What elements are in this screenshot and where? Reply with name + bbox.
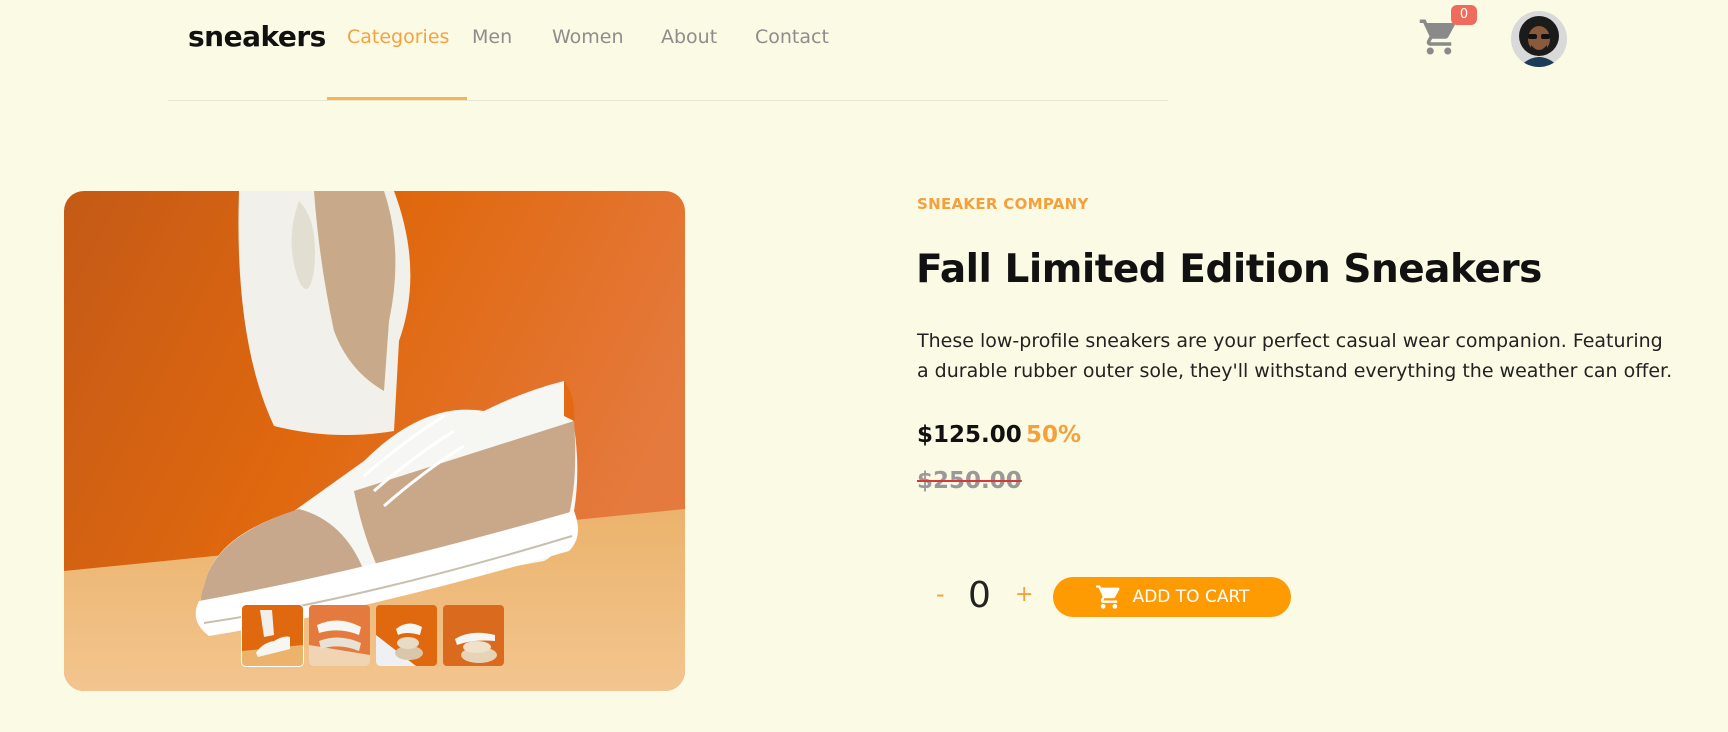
thumbnail-2[interactable] bbox=[309, 605, 370, 666]
product-title: Fall Limited Edition Sneakers bbox=[916, 247, 1542, 292]
user-avatar[interactable] bbox=[1511, 11, 1567, 67]
company-name: SNEAKER COMPANY bbox=[917, 195, 1089, 213]
cart-button[interactable]: 0 bbox=[1418, 5, 1477, 58]
add-to-cart-button[interactable]: ADD TO CART bbox=[1053, 577, 1291, 617]
product-gallery bbox=[64, 191, 685, 691]
cart-count-badge: 0 bbox=[1451, 5, 1477, 25]
nav-women[interactable]: Women bbox=[552, 0, 661, 100]
thumbnail-1[interactable] bbox=[241, 604, 304, 667]
header-divider bbox=[168, 100, 1168, 101]
quantity-value: 0 bbox=[968, 575, 991, 616]
current-price: $125.00 bbox=[917, 422, 1022, 448]
quantity-decrease-button[interactable]: - bbox=[936, 580, 945, 608]
thumbnail-strip bbox=[241, 604, 504, 667]
cart-icon bbox=[1095, 585, 1120, 609]
discount-badge: 50% bbox=[1026, 422, 1082, 448]
thumbnail-3[interactable] bbox=[376, 605, 437, 666]
product-page: sneakers Categories Men Women About Cont… bbox=[0, 0, 1728, 732]
quantity-increase-button[interactable]: + bbox=[1015, 582, 1033, 607]
thumbnail-4[interactable] bbox=[443, 605, 504, 666]
logo[interactable]: sneakers bbox=[188, 20, 326, 53]
avatar-image bbox=[1511, 11, 1567, 67]
main-nav: Categories Men Women About Contact bbox=[327, 0, 855, 100]
add-to-cart-label: ADD TO CART bbox=[1132, 587, 1250, 607]
nav-men[interactable]: Men bbox=[467, 0, 552, 100]
nav-categories[interactable]: Categories bbox=[327, 0, 467, 100]
nav-about[interactable]: About bbox=[661, 0, 755, 100]
original-price: $250.00 bbox=[917, 468, 1022, 494]
product-description: These low-profile sneakers are your perf… bbox=[917, 330, 1673, 382]
nav-contact[interactable]: Contact bbox=[755, 0, 855, 100]
